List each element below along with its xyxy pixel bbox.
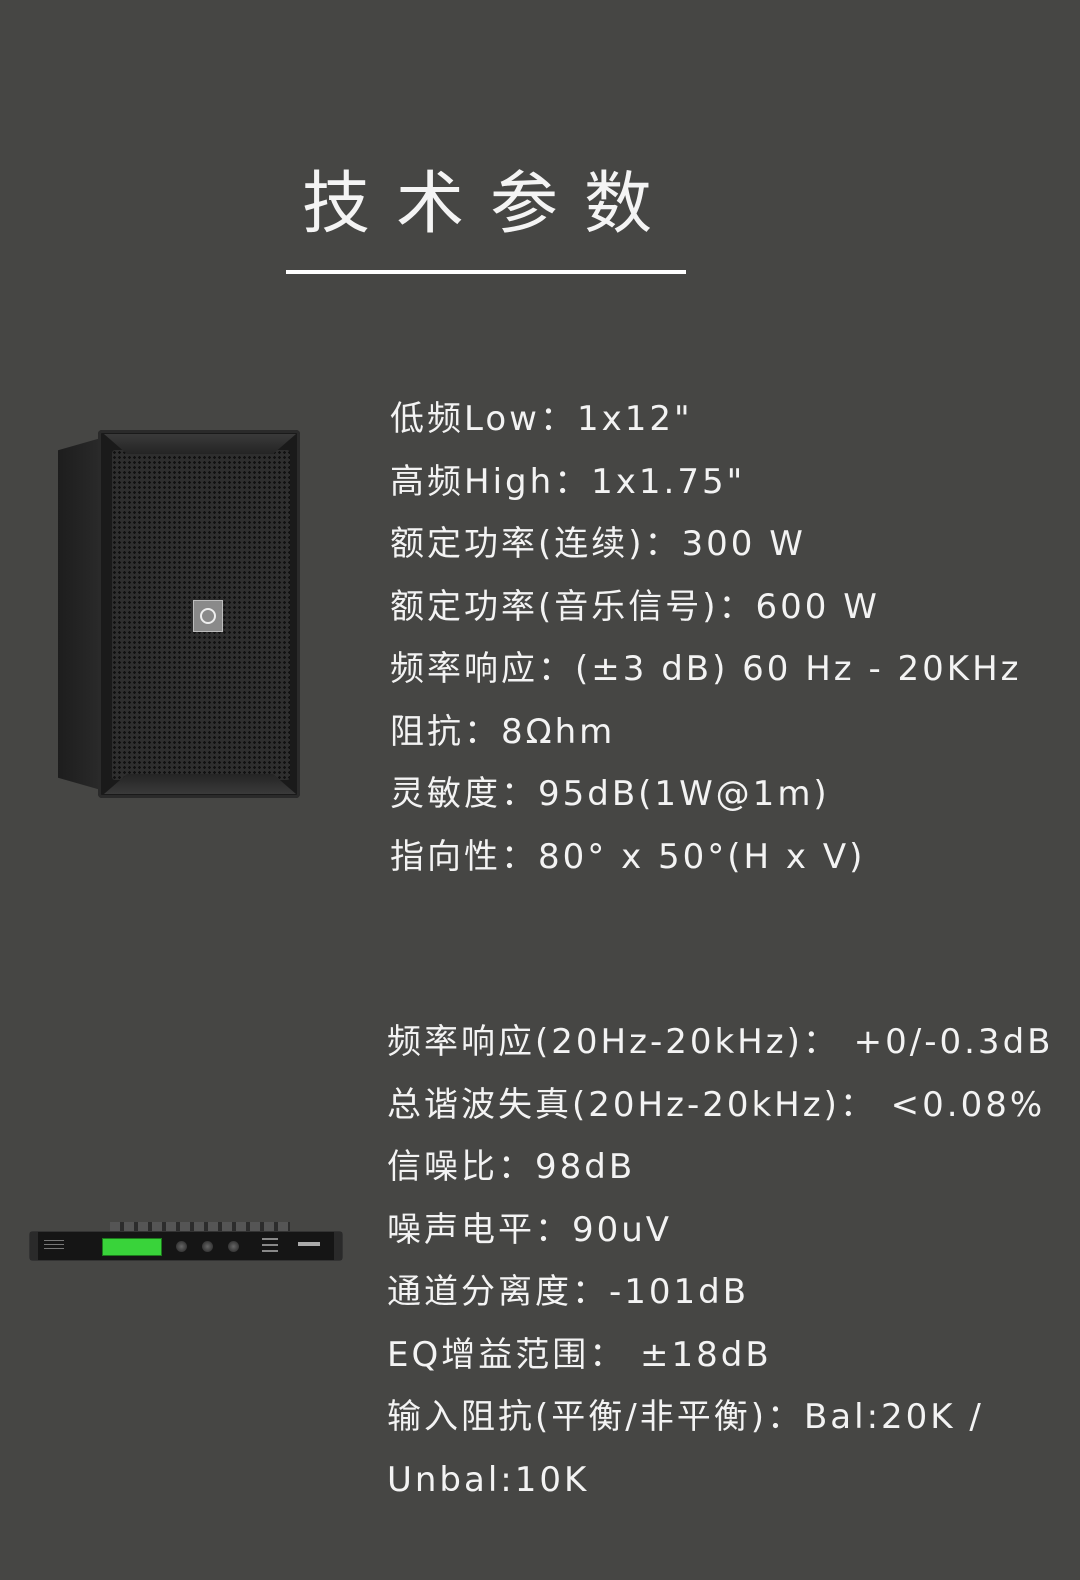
title-underline (286, 270, 686, 274)
spec-input-impedance: 输入阻抗(平衡/非平衡)：Bal:20K / Unbal:10K (387, 1397, 984, 1500)
spec-high-frequency: 高频High：1x1.75" (390, 461, 746, 502)
speaker-spec-list: 低频Low：1x12" 高频High：1x1.75" 额定功率(连续)：300 … (390, 388, 1022, 888)
audio-processor-image (30, 1222, 342, 1264)
spec-directivity: 指向性：80° x 50°(H x V) (390, 836, 866, 877)
speaker-logo-badge (193, 600, 223, 632)
spec-frequency-response: 频率响应：(±3 dB) 60 Hz - 20KHz (390, 649, 1022, 689)
spec-sensitivity: 灵敏度：95dB(1W@1m) (390, 774, 830, 814)
processor-brand-logo (298, 1242, 320, 1246)
spec-eq-gain-range: EQ增益范围： ±18dB (387, 1334, 772, 1375)
spec-snr: 信噪比：98dB (387, 1147, 636, 1187)
processor-lcd-display (102, 1238, 162, 1256)
spec-channel-separation: 通道分离度：-101dB (387, 1272, 750, 1312)
speaker-bottom-band (104, 774, 296, 794)
processor-rack-ear-left (30, 1232, 38, 1260)
spec-low-frequency: 低频Low：1x12" (390, 399, 693, 439)
spec-thd: 总谐波失真(20Hz-20kHz)： <0.08% (387, 1084, 1046, 1125)
speaker-top-band (104, 434, 296, 454)
processor-knob (202, 1241, 213, 1252)
processor-rack-ear-right (334, 1232, 342, 1260)
page-title: 技术参数 (301, 165, 678, 244)
spec-noise-level: 噪声电平：90uV (387, 1209, 673, 1250)
speaker-cabinet-image (58, 430, 300, 798)
spec-rated-power-music: 额定功率(音乐信号)：600 W (390, 586, 880, 627)
processor-knob (176, 1241, 187, 1252)
spec-processor-frequency-response: 频率响应(20Hz-20kHz)： +0/-0.3dB (387, 1022, 1054, 1062)
spec-impedance: 阻抗：8Ωhm (390, 711, 616, 752)
processor-buttons (262, 1238, 278, 1256)
processor-spec-list: 频率响应(20Hz-20kHz)： +0/-0.3dB 总谐波失真(20Hz-2… (387, 1011, 1067, 1511)
processor-usb-port (44, 1240, 64, 1252)
processor-knob (228, 1241, 239, 1252)
spec-rated-power-continuous: 额定功率(连续)：300 W (390, 524, 806, 564)
